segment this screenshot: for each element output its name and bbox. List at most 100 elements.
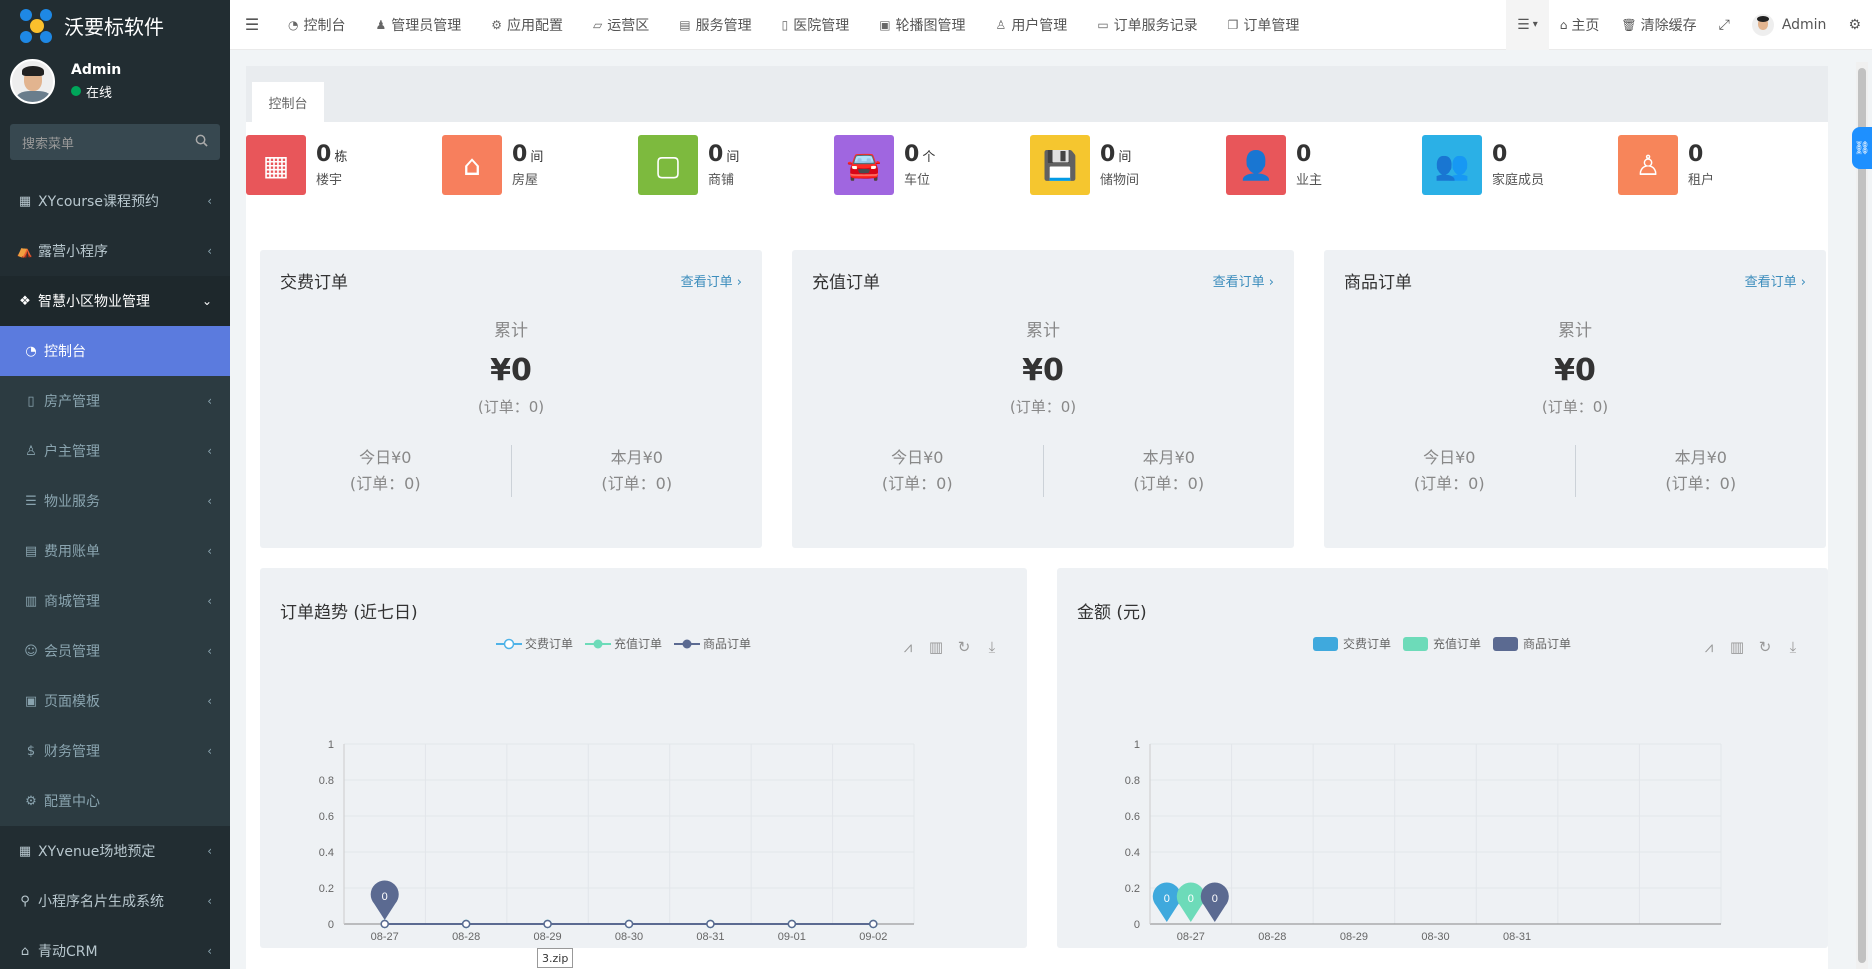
user-menu-name: Admin (1781, 16, 1827, 33)
more-menu-button[interactable]: ☰ ▾ (1506, 0, 1549, 50)
sidebar-item-label: 智慧小区物业管理 (38, 294, 150, 310)
sidebar-item-config[interactable]: ⚙ 配置中心 (0, 776, 230, 826)
search-icon[interactable] (195, 134, 208, 151)
x-tick-label: 08-28 (452, 931, 480, 943)
x-tick-label: 09-01 (778, 931, 806, 943)
cumulative-count: (订单：0) (1009, 398, 1077, 416)
stat-label: 车位 (904, 173, 931, 188)
list-icon: ☰ (1517, 16, 1530, 33)
today-count: (订单：0) (1413, 474, 1485, 493)
stat-label: 家庭成员 (1492, 173, 1545, 188)
sidebar-item-xyvenue[interactable]: ▦ XYvenue场地预定 ‹ (0, 826, 230, 876)
data-point (624, 919, 634, 929)
nav-tab-carousel[interactable]: ▣ 轮播图管理 (865, 15, 981, 35)
clipboard-icon: ▯ (781, 17, 789, 32)
nav-tab-dashboard[interactable]: ◔ 控制台 (274, 15, 361, 35)
chevron-left-icon: ‹ (207, 394, 212, 408)
y-tick-label: 0 (328, 919, 334, 931)
page-tab-dashboard[interactable]: 控制台 (252, 82, 324, 122)
stat-value: 0 (1100, 142, 1116, 167)
nav-tab-hospitals[interactable]: ▯ 医院管理 (768, 15, 866, 35)
sidebar-item-bills[interactable]: ▤ 费用账单 ‹ (0, 526, 230, 576)
caret-down-icon: ▾ (1532, 19, 1538, 30)
navbar-right: ☰ ▾ ⌂ 主页 🗑 清除缓存 ⤢ Admin ⚙ (1506, 0, 1872, 50)
nav-tab-users[interactable]: ♙ 用户管理 (982, 15, 1084, 35)
sidebar-item-crm[interactable]: ⌂ 青动CRM ‹ (0, 926, 230, 969)
sidebar-item-finance[interactable]: $ 财务管理 ‹ (0, 726, 230, 776)
settings-button[interactable]: ⚙ (1837, 0, 1872, 50)
view-orders-link[interactable]: 查看订单 › (1745, 271, 1806, 290)
nav-tab-orders[interactable]: ❐ 订单管理 (1214, 15, 1316, 35)
stat-parking: 🚘 0 个车位 (834, 134, 1030, 196)
today-count: (订单：0) (349, 474, 421, 493)
user-menu[interactable]: Admin (1741, 0, 1838, 50)
sidebar-item-label: 会员管理 (44, 644, 100, 660)
sidebar-item-owners[interactable]: ♙ 户主管理 ‹ (0, 426, 230, 476)
content-area: 控制台 ▦ 0 栋楼宇 ⌂ 0 间房屋 ▢ 0 间商铺 🚘 0 个车位 💾 0 间储物间 👤 0 业主 … (230, 50, 1842, 969)
sidebar-item-members[interactable]: ☺ 会员管理 ‹ (0, 626, 230, 676)
nav-tab-app-config[interactable]: ⚙ 应用配置 (477, 15, 579, 35)
user-icon: ♟ (375, 17, 387, 32)
nav-tab-label: 订单服务记录 (1113, 17, 1198, 34)
home-icon: ⌂ (20, 943, 30, 959)
stat-label: 房屋 (512, 173, 539, 188)
stat-value: 0 (1688, 142, 1704, 167)
link-float-icon[interactable]: ⛓ (1852, 127, 1872, 169)
bar-chart: 0 0.2 0.4 0.6 0.8 1 08-27 08-28 08-29 08-30 08-31 0… (1125, 739, 1722, 943)
nav-tab-operating-area[interactable]: ▱ 运营区 (579, 15, 665, 35)
gears-icon: ⚙ (1848, 16, 1861, 33)
card-title: 交费订单 (280, 272, 348, 293)
sidebar-item-shop[interactable]: ▥ 商城管理 ‹ (0, 576, 230, 626)
stat-unit: 间 (530, 150, 544, 165)
user-outline-icon: ♙ (1618, 135, 1678, 195)
stat-label: 商铺 (708, 173, 735, 188)
sidebar-item-services[interactable]: ☰ 物业服务 ‹ (0, 476, 230, 526)
nav-tab-label: 医院管理 (793, 17, 850, 34)
sidebar-toggle-icon[interactable]: ☰ (230, 15, 274, 34)
nav-tab-services[interactable]: ▤ 服务管理 (665, 15, 767, 35)
users-icon: 👥 (1422, 135, 1482, 195)
view-orders-link[interactable]: 查看订单 › (1213, 271, 1274, 290)
clear-cache-button[interactable]: 🗑 清除缓存 (1610, 0, 1707, 50)
sidebar-item-xycourse[interactable]: ▦ XYcourse课程预约 ‹ (0, 176, 230, 226)
cumulative-value: ¥0 (1022, 353, 1064, 388)
nav-tabs: ◔ 控制台 ♟ 管理员管理 ⚙ 应用配置 ▱ 运营区 ▤ 服务管理 ▯ 医院管理 ▣ 轮播图管… (274, 15, 1506, 35)
sidebar-item-label: 户主管理 (44, 444, 100, 460)
stats-row: ▦ 0 栋楼宇 ⌂ 0 间房屋 ▢ 0 间商铺 🚘 0 个车位 💾 0 间储物间 👤 0 业主 👥 0 家庭… (246, 134, 1814, 196)
marker-label: 0 (382, 891, 388, 903)
nav-tab-label: 管理员管理 (391, 17, 462, 34)
view-orders-link[interactable]: 查看订单 › (681, 271, 742, 290)
sidebar-item-property[interactable]: ❖ 智慧小区物业管理 ⌄ (0, 276, 230, 326)
chevron-down-icon: ⌄ (201, 294, 212, 308)
app-name: 沃要标软件 (64, 14, 164, 39)
avatar[interactable] (10, 58, 55, 104)
chevron-left-icon: ‹ (207, 644, 212, 658)
chevron-left-icon: ‹ (207, 944, 212, 958)
stat-value: 0 (904, 142, 920, 167)
x-tick-label: 08-31 (1503, 931, 1531, 943)
today-amount: 今日¥0 (1423, 448, 1476, 467)
line-chart: 0 0.2 0.4 0.6 0.8 1 08-27 08-28 08-29 08-30 08-31 0… (319, 739, 915, 943)
sidebar-item-real-estate[interactable]: ▯ 房产管理 ‹ (0, 376, 230, 426)
nav-tab-admins[interactable]: ♟ 管理员管理 (361, 15, 477, 35)
month-amount: 本月¥0 (1674, 448, 1727, 467)
cumulative-value: ¥0 (1554, 353, 1596, 388)
page-scrollbar[interactable] (1856, 62, 1868, 969)
user-icon: 👤 (1226, 135, 1286, 195)
app-logo[interactable]: 沃要标软件 (0, 0, 230, 50)
x-tick-label: 08-30 (615, 931, 643, 943)
scrollbar-thumb[interactable] (1858, 68, 1866, 963)
sidebar-item-card-generator[interactable]: ⚲ 小程序名片生成系统 ‹ (0, 876, 230, 926)
menu-search-input[interactable]: 搜索菜单 (10, 124, 220, 160)
grid-icon: ▦ (18, 843, 32, 859)
home-link[interactable]: ⌂ 主页 (1549, 0, 1611, 50)
chevron-left-icon: ‹ (207, 544, 212, 558)
fullscreen-button[interactable]: ⤢ (1708, 0, 1741, 50)
sidebar-item-camping[interactable]: ⛺ 露营小程序 ‹ (0, 226, 230, 276)
sidebar-item-dashboard[interactable]: ◔ 控制台 (0, 326, 230, 376)
sidebar-item-label: XYcourse课程预约 (38, 194, 159, 210)
nav-tab-order-service-records[interactable]: ▭ 订单服务记录 (1083, 15, 1213, 35)
card-title: 商品订单 (1344, 272, 1412, 293)
car-icon: 🚘 (834, 135, 894, 195)
sidebar-item-templates[interactable]: ▣ 页面模板 ‹ (0, 676, 230, 726)
